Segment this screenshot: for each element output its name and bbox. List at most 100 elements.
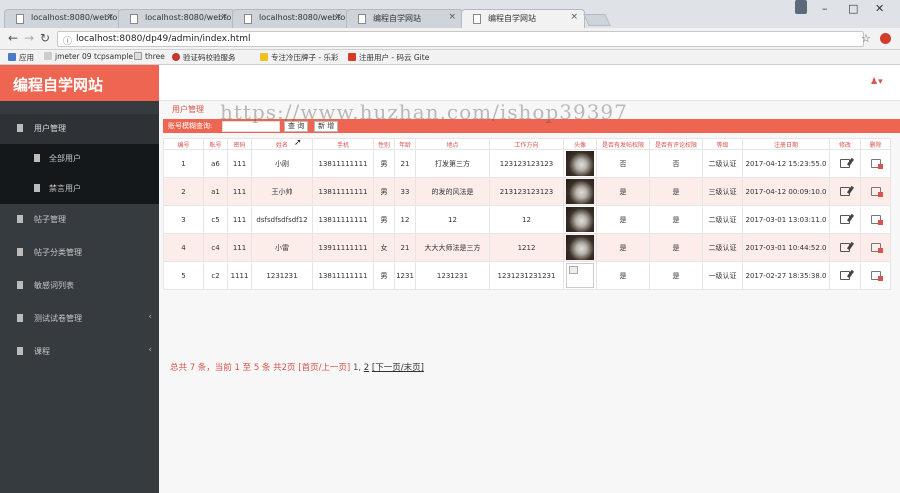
site-logo[interactable]: 编程自学网站 [0,65,159,101]
sidebar-item-courses[interactable]: 课程 ‹ [0,337,159,367]
cell-age: 21 [394,233,416,262]
page-1-link[interactable]: 1, [353,363,361,373]
query-button[interactable]: 查 询 [284,121,309,132]
tab-title: localhost:8080/webto [31,13,118,22]
delete-icon[interactable] [870,215,883,225]
bookmark-star-icon[interactable]: ☆ [861,32,871,45]
browser-tab[interactable]: localhost:8080/webto × [232,9,349,28]
cell-id: 2 [163,177,204,206]
search-input[interactable] [222,121,280,132]
tab-title: 编程自学网站 [488,14,536,23]
cell-gender: 男 [373,261,395,290]
bookmark-icon [44,52,52,60]
delete-icon[interactable] [870,187,883,197]
close-icon[interactable]: × [570,12,578,22]
browser-tab-bar: localhost:8080/webto × localhost:8080/web… [0,0,900,28]
edit-icon[interactable] [840,271,850,280]
minimize-icon[interactable]: – [822,2,828,15]
bookmark-icon [260,53,268,61]
close-icon[interactable]: × [334,12,342,22]
cell-age: 21 [394,149,416,178]
close-icon[interactable]: × [106,12,114,22]
cell-avatar [563,205,597,234]
bookmark-item[interactable]: 验证码校验服务 [172,52,236,63]
sidebar-item-muted-users[interactable]: 禁言用户 [0,174,159,204]
edit-icon[interactable] [840,215,850,224]
add-button[interactable]: 新 增 [314,121,339,132]
chevron-left-icon: ‹ [148,312,152,322]
page-2-link[interactable]: 2 [364,363,369,373]
bookmark-apps[interactable]: 应用 [8,52,34,63]
cell-id: 3 [163,205,204,234]
sidebar-item-post-category[interactable]: 帖子分类管理 [0,238,159,268]
cell-delete [860,149,891,178]
edit-icon[interactable] [840,243,850,252]
cell-work-direction: 12 [489,205,564,234]
cell-gender: 女 [373,233,395,262]
cell-account: c2 [203,261,228,290]
cell-name: 1231231 [251,261,313,290]
user-icon[interactable]: ♟▾ [870,77,883,87]
admin-app: 编程自学网站 ♟▾ 用户管理 全部用户 禁言用户 帖子管理 帖子分类管理 敏感词… [0,65,900,493]
url-input[interactable]: ⓘ localhost:8080/dp49/admin/index.html [57,31,864,47]
breadcrumb: 用户管理 [172,105,204,114]
col-header: 删除 [860,138,891,150]
close-icon[interactable]: × [220,12,228,22]
chevron-left-icon: ‹ [148,345,152,355]
bookmark-icon [172,53,180,61]
search-bar: 账号模糊查询: 查 询 新 增 [163,119,900,133]
cell-password: 111 [227,149,252,178]
col-header: 修改 [829,138,861,150]
bookmark-item[interactable]: three [134,52,165,61]
edit-icon[interactable] [840,187,850,196]
sidebar-item-post-management[interactable]: 帖子管理 [0,205,159,235]
table-row: 3 c5 111 dsfsdfsdfsdf12 13811111111 男 12… [163,205,891,234]
sidebar-item-all-users[interactable]: 全部用户 [0,144,159,174]
cell-gender: 男 [373,149,395,178]
cell-name: dsfsdfsdfsdf12 [251,205,313,234]
cell-gender: 男 [373,177,395,206]
sidebar-item-sensitive-words[interactable]: 敏感词列表 [0,271,159,301]
cell-phone: 13811111111 [312,205,374,234]
cell-account: a1 [203,177,228,206]
page-icon [358,14,366,24]
reload-icon[interactable]: ↻ [40,31,50,45]
cell-edit [829,205,861,234]
avatar [566,235,594,260]
maximize-icon[interactable]: □ [848,2,858,15]
profile-icon[interactable] [795,0,807,14]
browser-tab[interactable]: 编程自学网站 × [346,9,463,28]
cell-delete [860,205,891,234]
new-tab-button[interactable] [583,14,611,26]
delete-icon[interactable] [870,159,883,169]
delete-icon[interactable] [870,271,883,281]
sidebar-item-user-management[interactable]: 用户管理 [0,114,159,144]
cell-age: 33 [394,177,416,206]
tab-title: localhost:8080/webto [259,13,346,22]
cell-edit [829,177,861,206]
sidebar-item-exam-management[interactable]: 测试试卷管理 ‹ [0,304,159,334]
browser-tab-active[interactable]: 编程自学网站 × [461,9,585,28]
bookmark-item[interactable]: 专注冷压牌子 - 乐彩 [260,52,338,63]
first-prev-link[interactable]: [首页/上一页] [298,363,350,373]
cell-post-permission: 是 [596,205,650,234]
browser-tab[interactable]: localhost:8080/webto × [4,9,121,28]
forward-icon[interactable]: → [24,31,34,45]
close-icon[interactable]: × [448,12,456,22]
cell-account: c5 [203,205,228,234]
table-row: 5 c2 1111 1231231 13811111111 男 1231 123… [163,261,891,290]
next-last-link[interactable]: [下一页/末页] [372,363,424,373]
bookmark-item[interactable]: jmeter 09 tcpsample [44,52,133,61]
bookmark-item[interactable]: 注册用户 - 码云 Gite [348,52,429,63]
extension-icon[interactable] [880,33,891,44]
table-row: 2 a1 111 王小帅 13811111111 男 33 的发的风法是 213… [163,177,891,206]
col-header: 是否有评论权限 [649,138,703,150]
cell-comment-permission: 是 [649,261,703,290]
delete-icon[interactable] [870,243,883,253]
cell-delete [860,233,891,262]
window-close-icon[interactable]: ✕ [875,2,884,15]
back-icon[interactable]: ← [8,31,18,45]
edit-icon[interactable] [840,159,850,168]
cell-level: 三级认证 [702,177,743,206]
browser-tab[interactable]: localhost:8080/webto × [118,9,235,28]
